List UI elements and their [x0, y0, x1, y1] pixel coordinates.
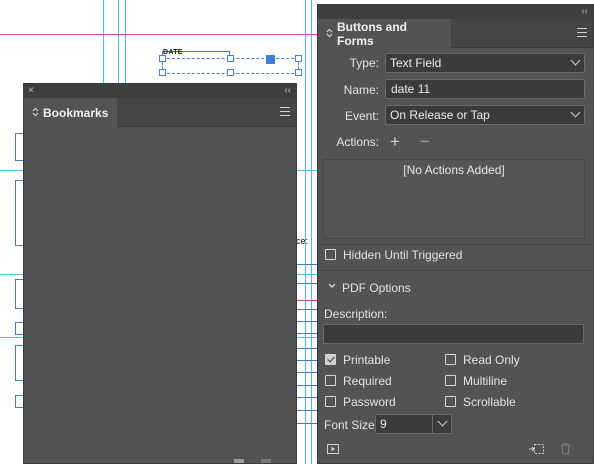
- printable-label: Printable: [343, 353, 391, 367]
- actions-empty-text: [No Actions Added]: [403, 163, 505, 177]
- name-field[interactable]: date 11: [385, 79, 585, 99]
- preview-spread-icon[interactable]: [327, 444, 339, 455]
- chevron-down-icon: [570, 107, 581, 118]
- pdf-options-label: PDF Options: [342, 281, 411, 295]
- panel-title-bar[interactable]: ‹‹: [318, 5, 593, 19]
- chevron-down-icon: [437, 416, 448, 427]
- form-field-line: [296, 321, 317, 322]
- buttons-and-forms-panel: ‹‹ Buttons and Forms Type: Text Field Na…: [317, 4, 594, 464]
- collapse-panel-icon[interactable]: ‹‹: [581, 6, 588, 18]
- form-field-line: [296, 410, 317, 411]
- font-size-value: 9: [380, 417, 387, 431]
- panel-menu-icon[interactable]: [577, 28, 587, 37]
- form-field-line: [296, 360, 317, 361]
- convert-to-button-icon[interactable]: [529, 443, 545, 455]
- resize-handle[interactable]: [295, 69, 302, 76]
- panel-menu-icon[interactable]: [280, 107, 290, 116]
- document-text-fragment: ce:: [296, 236, 309, 246]
- disclosure-triangle-icon: [328, 283, 336, 288]
- panel-title-bar[interactable]: × ‹‹: [24, 84, 296, 98]
- close-icon[interactable]: ×: [28, 85, 34, 97]
- multiline-checkbox[interactable]: [445, 375, 456, 386]
- form-field-line: [296, 372, 317, 373]
- divider: [318, 244, 593, 245]
- center-point-handle[interactable]: [266, 55, 275, 64]
- type-select[interactable]: Text Field: [385, 53, 585, 73]
- new-bookmark-icon[interactable]: [234, 459, 244, 463]
- event-select[interactable]: On Release or Tap: [385, 105, 585, 125]
- actions-label: Actions:: [336, 135, 379, 149]
- chevron-down-icon: [570, 55, 581, 66]
- form-field-line: [296, 385, 317, 386]
- font-size-combo[interactable]: 9: [375, 414, 452, 434]
- type-label: Type:: [349, 56, 379, 70]
- panel-tab-strip: Bookmarks: [24, 98, 296, 127]
- bookmarks-list[interactable]: [24, 127, 296, 463]
- column-guide: [305, 0, 306, 464]
- form-field-line: [296, 333, 317, 334]
- required-checkbox[interactable]: [325, 375, 336, 386]
- name-label: Name:: [343, 83, 379, 97]
- description-label: Description:: [324, 307, 388, 321]
- tab-label: Buttons and Forms: [337, 19, 407, 48]
- description-field[interactable]: [323, 324, 584, 344]
- form-field-line: [296, 348, 317, 349]
- event-label: Event:: [344, 109, 379, 123]
- resize-handle[interactable]: [159, 69, 166, 76]
- form-field-line: [296, 264, 317, 265]
- hidden-until-triggered-label: Hidden Until Triggered: [343, 248, 463, 262]
- form-field-line: [296, 300, 317, 301]
- resize-handle[interactable]: [227, 69, 234, 76]
- resize-handle[interactable]: [295, 55, 302, 62]
- panel-resize-chevron-icon: [32, 107, 39, 119]
- required-label: Required: [343, 374, 392, 388]
- scrollable-label: Scrollable: [463, 395, 516, 409]
- add-action-icon[interactable]: +: [390, 133, 400, 150]
- bookmarks-panel: × ‹‹ Bookmarks: [23, 83, 297, 464]
- form-field-line: [296, 423, 317, 424]
- resize-handle[interactable]: [227, 55, 234, 62]
- tab-buttons-and-forms[interactable]: Buttons and Forms: [318, 19, 451, 48]
- collapse-panel-icon[interactable]: ‹‹: [284, 85, 291, 97]
- password-label: Password: [343, 395, 396, 409]
- font-size-label: Font Size:: [324, 418, 379, 432]
- divider: [318, 270, 593, 271]
- tab-label: Bookmarks: [43, 105, 109, 120]
- password-checkbox[interactable]: [325, 396, 336, 407]
- resize-handle[interactable]: [159, 55, 166, 62]
- scrollable-checkbox[interactable]: [445, 396, 456, 407]
- remove-action-icon[interactable]: −: [420, 133, 430, 150]
- form-field-line: [296, 309, 317, 310]
- column-guide: [311, 0, 312, 464]
- printable-checkbox[interactable]: [325, 354, 336, 365]
- hidden-until-triggered-checkbox[interactable]: [325, 249, 336, 260]
- tab-bookmarks[interactable]: Bookmarks: [24, 98, 117, 127]
- form-field-line: [296, 397, 317, 398]
- event-select-value: On Release or Tap: [390, 108, 490, 122]
- combo-divider: [432, 415, 433, 433]
- read-only-label: Read Only: [463, 353, 520, 367]
- trash-icon[interactable]: [560, 442, 571, 455]
- panel-bottom-bar: [318, 437, 593, 463]
- form-field-line: [296, 283, 317, 284]
- type-select-value: Text Field: [390, 56, 442, 70]
- trash-icon[interactable]: [261, 459, 271, 463]
- read-only-checkbox[interactable]: [445, 354, 456, 365]
- actions-list[interactable]: [No Actions Added]: [323, 159, 585, 239]
- panel-tab-strip: Buttons and Forms: [318, 19, 593, 48]
- pdf-options-disclosure[interactable]: PDF Options: [326, 280, 446, 296]
- panel-resize-chevron-icon: [326, 28, 333, 40]
- date-text-field[interactable]: [159, 55, 302, 76]
- multiline-label: Multiline: [463, 374, 508, 388]
